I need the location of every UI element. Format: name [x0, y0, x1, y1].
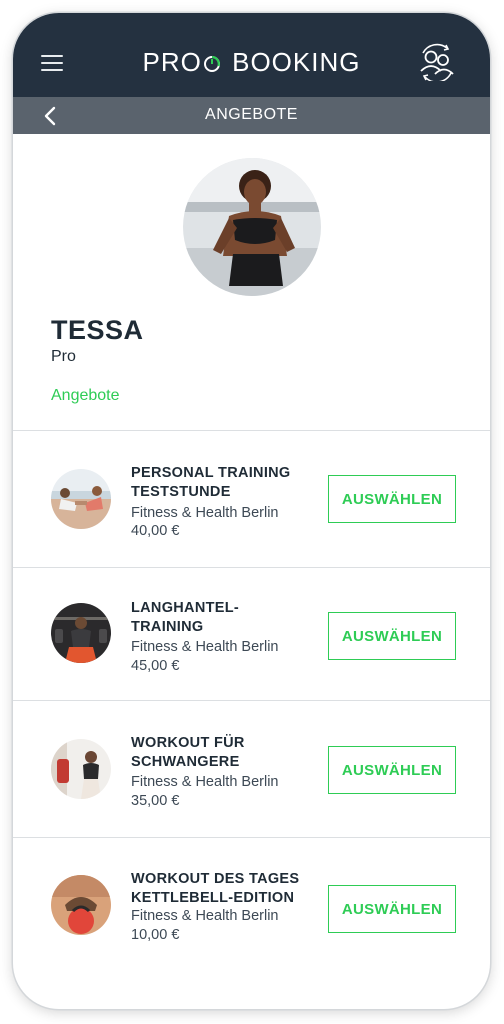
offer-thumbnail — [51, 739, 111, 799]
offer-title-line: LANGHANTEL- — [131, 600, 240, 616]
offer-price: 10,00 € — [131, 927, 180, 943]
offer-studio: Fitness & Health Berlin — [131, 908, 279, 924]
app-header: PRO BOOKING — [13, 13, 490, 97]
users-swap-icon[interactable] — [413, 43, 459, 81]
offer-studio: Fitness & Health Berlin — [131, 774, 279, 790]
offer-studio: Fitness & Health Berlin — [131, 639, 279, 655]
phone-frame: PRO BOOKING ANGEBOTE TESSA Pro Angebote … — [13, 13, 490, 1009]
offer-title-line: PERSONAL TRAINING — [131, 465, 291, 481]
offer-studio: Fitness & Health Berlin — [131, 505, 279, 521]
logo-text-booking: BOOKING — [232, 47, 361, 77]
trainer-avatar — [183, 158, 321, 296]
offer-title: WORKOUT FÜR SCHWANGERE — [131, 734, 321, 772]
hamburger-menu-icon[interactable] — [41, 55, 63, 71]
offer-title: WORKOUT DES TAGES KETTLEBELL-EDITION — [131, 870, 321, 908]
offer-title: LANGHANTEL- TRAINING — [131, 599, 321, 637]
offers-section-label[interactable]: Angebote — [51, 387, 120, 405]
offer-price: 45,00 € — [131, 658, 180, 674]
offer-item: LANGHANTEL- TRAINING Fitness & Health Be… — [13, 567, 490, 701]
page-title: ANGEBOTE — [205, 106, 298, 123]
offer-price: 35,00 € — [131, 793, 180, 809]
page-subheader: ANGEBOTE — [13, 97, 490, 134]
offer-title-line: WORKOUT DES TAGES — [131, 871, 300, 887]
offer-price: 40,00 € — [131, 523, 180, 539]
select-offer-button[interactable]: AUSWÄHLEN — [328, 612, 456, 660]
offer-title-line: KETTLEBELL-EDITION — [131, 890, 295, 906]
offer-item: WORKOUT FÜR SCHWANGERE Fitness & Health … — [13, 700, 490, 838]
select-offer-button[interactable]: AUSWÄHLEN — [328, 746, 456, 794]
trainer-role: Pro — [51, 348, 76, 365]
trainer-name: TESSA — [51, 315, 144, 345]
offer-item: WORKOUT DES TAGES KETTLEBELL-EDITION Fit… — [13, 837, 490, 1009]
offer-thumbnail — [51, 603, 111, 663]
app-logo: PRO BOOKING — [113, 46, 390, 78]
offer-thumbnail — [51, 875, 111, 935]
offer-title-line: TESTSTUNDE — [131, 484, 231, 500]
offer-title-line: WORKOUT FÜR — [131, 735, 245, 751]
offer-title-line: TRAINING — [131, 619, 204, 635]
offer-item: PERSONAL TRAINING TESTSTUNDE Fitness & H… — [13, 430, 490, 568]
select-offer-button[interactable]: AUSWÄHLEN — [328, 475, 456, 523]
offer-title-line: SCHWANGERE — [131, 754, 240, 770]
logo-text-pro: PRO — [142, 47, 202, 77]
logo-dial-icon — [203, 55, 220, 72]
select-offer-button[interactable]: AUSWÄHLEN — [328, 885, 456, 933]
offer-thumbnail — [51, 469, 111, 529]
offer-title: PERSONAL TRAINING TESTSTUNDE — [131, 464, 321, 502]
